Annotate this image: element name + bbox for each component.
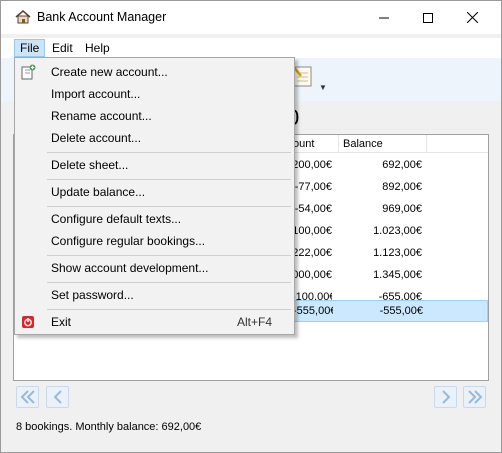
amount-cell: -555,00€ <box>293 305 333 317</box>
amount-cell: 222,00€ <box>292 247 332 259</box>
menu-item-show-account-development[interactable]: Show account development... <box>15 257 294 279</box>
column-separator[interactable] <box>338 135 339 153</box>
menu-item-configure-regular-bookings[interactable]: Configure regular bookings... <box>15 230 294 252</box>
chevron-left-icon <box>53 390 62 404</box>
menu-item-update-balance[interactable]: Update balance... <box>15 181 294 203</box>
double-chevron-right-icon <box>467 390 482 404</box>
first-page-button[interactable] <box>16 386 39 408</box>
menu-item-delete-sheet[interactable]: Delete sheet... <box>15 154 294 176</box>
chevron-right-icon <box>441 390 450 404</box>
menu-separator <box>47 179 291 180</box>
balance-cell: -555,00€ <box>379 305 423 317</box>
main-window: Bank Account Manager File Edit Help ▼ 0 … <box>0 0 502 453</box>
menu-item-label: Rename account... <box>51 109 152 123</box>
menu-separator <box>47 309 291 310</box>
column-separator[interactable] <box>426 135 427 153</box>
menu-item-label: Show account development... <box>51 261 209 275</box>
column-header-amount[interactable]: ount <box>293 138 314 150</box>
amount-cell: -77,00€ <box>294 181 332 193</box>
balance-cell: 1.345,00€ <box>373 269 422 281</box>
menu-separator <box>47 152 291 153</box>
status-bar: 8 bookings. Monthly balance: 692,00€ <box>1 415 501 452</box>
menu-item-label: Exit <box>51 315 72 329</box>
file-menu-dropdown: Create new account... Import account... … <box>14 57 295 335</box>
amount-cell: 000,00€ <box>292 269 332 281</box>
menu-separator <box>47 206 291 207</box>
menu-separator <box>47 255 291 256</box>
minimize-icon <box>379 17 389 18</box>
menu-edit[interactable]: Edit <box>47 39 78 57</box>
minimize-button[interactable] <box>361 1 407 34</box>
menu-item-rename-account[interactable]: Rename account... <box>15 105 294 127</box>
menu-item-label: Update balance... <box>51 185 146 199</box>
previous-page-button[interactable] <box>46 386 69 408</box>
balance-cell: 969,00€ <box>382 203 422 215</box>
balance-cell: 1.023,00€ <box>373 225 422 237</box>
menu-item-label: Set password... <box>51 288 134 302</box>
last-page-button[interactable] <box>463 386 486 408</box>
menu-item-shortcut: Alt+F4 <box>236 315 272 329</box>
menu-item-label: Configure regular bookings... <box>51 234 206 248</box>
close-icon <box>466 12 478 23</box>
dropdown-arrow-icon[interactable]: ▼ <box>319 83 327 92</box>
amount-cell: 100,00€ <box>292 225 332 237</box>
menu-item-label: Import account... <box>51 87 141 101</box>
menu-help[interactable]: Help <box>80 39 115 57</box>
balance-cell: 692,00€ <box>382 159 422 171</box>
balance-cell: 892,00€ <box>382 181 422 193</box>
balance-cell: 1.123,00€ <box>373 247 422 259</box>
menu-item-delete-account[interactable]: Delete account... <box>15 127 294 149</box>
next-page-button[interactable] <box>434 386 457 408</box>
house-icon <box>15 10 31 24</box>
menu-item-label: Configure default texts... <box>51 212 182 226</box>
menu-item-label: Create new account... <box>51 65 168 79</box>
menu-file[interactable]: File <box>14 39 46 57</box>
title-bar[interactable]: Bank Account Manager <box>1 1 501 34</box>
menu-item-import-account[interactable]: Import account... <box>15 83 294 105</box>
close-button[interactable] <box>449 1 495 34</box>
double-chevron-left-icon <box>20 390 35 404</box>
menu-item-create-account[interactable]: Create new account... <box>15 61 294 83</box>
status-text: 8 bookings. Monthly balance: 692,00€ <box>16 421 202 433</box>
amount-cell: 200,00€ <box>292 159 332 171</box>
menu-item-set-password[interactable]: Set password... <box>15 284 294 306</box>
exit-icon <box>22 316 34 328</box>
window-title: Bank Account Manager <box>37 10 167 24</box>
menu-item-exit[interactable]: Exit Alt+F4 <box>15 311 294 333</box>
menu-bar: File Edit Help <box>1 38 501 58</box>
new-account-icon <box>21 64 36 80</box>
maximize-icon <box>423 12 433 23</box>
amount-cell: -54,00€ <box>294 203 332 215</box>
menu-item-configure-default-texts[interactable]: Configure default texts... <box>15 208 294 230</box>
menu-separator <box>47 282 291 283</box>
menu-item-label: Delete account... <box>51 131 142 145</box>
maximize-button[interactable] <box>405 1 451 34</box>
column-header-balance[interactable]: Balance <box>343 138 383 150</box>
menu-item-label: Delete sheet... <box>51 158 129 172</box>
